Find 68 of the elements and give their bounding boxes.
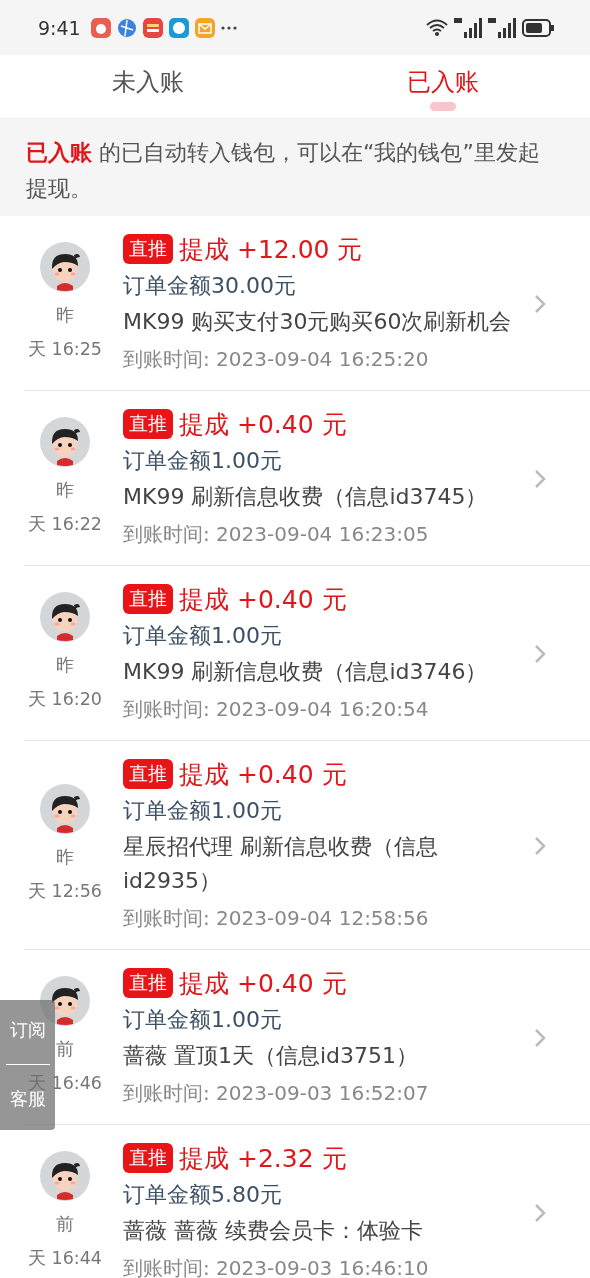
order-amount: 订单金额1.00元 <box>123 622 283 650</box>
tab[interactable]: 已入账 <box>295 55 590 118</box>
record-time: 天 16:20 <box>28 689 102 709</box>
record-day: 昨 <box>56 655 74 675</box>
arrival-time: 到账时间: 2023-09-04 12:58:56 <box>123 905 430 932</box>
tag: 直推 <box>123 968 173 998</box>
record-day: 前 <box>56 1039 74 1059</box>
arrival-time: 到账时间: 2023-09-03 16:52:07 <box>123 1080 430 1107</box>
tag: 直推 <box>123 1143 173 1173</box>
order-amount: 订单金额1.00元 <box>123 1006 283 1034</box>
order-amount: 订单金额1.00元 <box>123 447 283 475</box>
order-description: 蔷薇 置顶1天（信息id3751） <box>123 1042 420 1070</box>
order-amount: 订单金额30.00元 <box>123 272 297 300</box>
record-time: 天 16:22 <box>28 514 102 534</box>
app-notification-icon <box>90 17 111 38</box>
status-time: 9:41 <box>38 16 81 39</box>
chevron-right-icon[interactable] <box>533 1027 547 1049</box>
avatar-icon <box>40 417 90 467</box>
arrival-time: 到账时间: 2023-09-04 16:23:05 <box>123 521 430 548</box>
record-time: 天 16:44 <box>28 1248 102 1268</box>
arrival-time: 到账时间: 2023-09-04 16:25:20 <box>123 346 430 373</box>
record-time: 天 16:25 <box>28 339 102 359</box>
record-day: 昨 <box>56 480 74 500</box>
notice-text: 已入账 的已自动转入钱包，可以在“我的钱包”里发起提现。 <box>0 119 590 216</box>
arrival-time: 到账时间: 2023-09-03 16:46:10 <box>123 1255 430 1278</box>
chevron-right-icon[interactable] <box>533 468 547 490</box>
tag: 直推 <box>123 409 173 439</box>
chevron-right-icon[interactable] <box>533 1202 547 1224</box>
record-day: 前 <box>56 1214 74 1234</box>
tag: 直推 <box>123 584 173 614</box>
chevron-right-icon[interactable] <box>533 835 547 857</box>
signal-icon <box>454 17 482 38</box>
avatar-icon <box>40 1151 90 1201</box>
tag: 直推 <box>123 759 173 789</box>
order-description: MK99 刷新信息收费（信息id3746） <box>123 658 489 686</box>
record-time: 天 12:56 <box>28 881 102 901</box>
tag: 直推 <box>123 234 173 264</box>
customer-service-link[interactable]: 客服 <box>9 1089 46 1109</box>
avatar-icon <box>40 242 90 292</box>
order-description: MK99 刷新信息收费（信息id3745） <box>123 483 489 511</box>
order-amount: 订单金额5.80元 <box>123 1181 283 1209</box>
app-notification-icon <box>142 17 163 38</box>
order-description: 星辰招代理 刷新信息收费（信息id2935） <box>123 833 439 895</box>
order-description: MK99 购买支付30元购买60次刷新机会 <box>123 308 513 336</box>
record-day: 昨 <box>56 847 74 867</box>
commission-amount: 提成 +0.40 元 <box>179 758 347 791</box>
wifi-icon <box>426 18 448 37</box>
commission-amount: 提成 +0.40 元 <box>179 967 347 1000</box>
more-icon <box>220 25 237 30</box>
commission-amount: 提成 +0.40 元 <box>179 583 347 616</box>
commission-amount: 提成 +2.32 元 <box>179 1142 347 1175</box>
battery-icon <box>522 18 554 37</box>
record-day: 昨 <box>56 305 74 325</box>
order-description: 蔷薇 蔷薇 续费会员卡：体验卡 <box>123 1217 424 1245</box>
chevron-right-icon[interactable] <box>533 643 547 665</box>
commission-amount: 提成 +12.00 元 <box>179 233 363 266</box>
subscribe-link[interactable]: 订阅 <box>9 1020 46 1040</box>
avatar-icon <box>40 784 90 834</box>
app-notification-icon <box>168 17 189 38</box>
avatar-icon <box>40 592 90 642</box>
signal-icon <box>488 17 516 38</box>
mail-icon <box>194 17 215 38</box>
order-amount: 订单金额1.00元 <box>123 797 283 825</box>
globe-icon <box>116 17 137 38</box>
commission-amount: 提成 +0.40 元 <box>179 408 347 441</box>
arrival-time: 到账时间: 2023-09-04 16:20:54 <box>123 696 430 723</box>
chevron-right-icon[interactable] <box>533 293 547 315</box>
tab[interactable]: 未入账 <box>0 55 295 118</box>
